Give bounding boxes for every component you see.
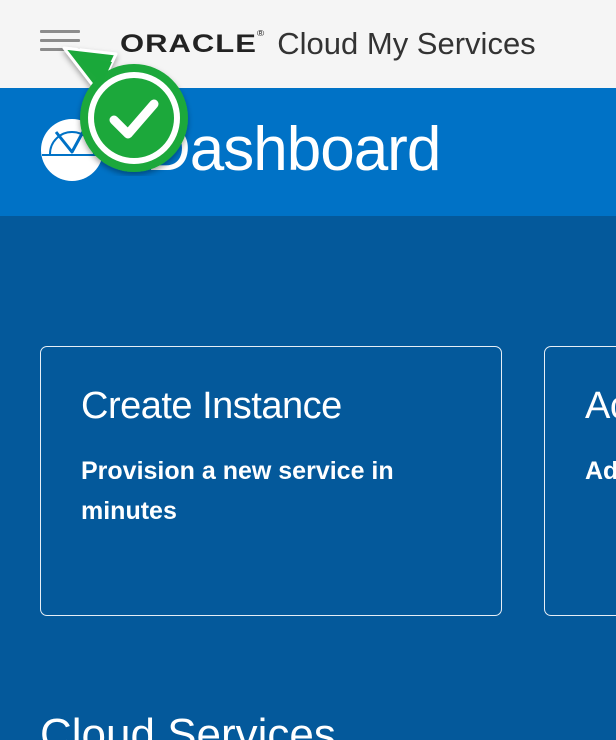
menu-line: [40, 30, 80, 33]
card-title: Ac: [585, 385, 616, 427]
top-header-bar: ORACLE® Cloud My Services: [0, 0, 616, 88]
card-description: Provision a new service in minutes: [81, 457, 394, 525]
create-instance-card[interactable]: Create Instance Provision a new service …: [40, 346, 502, 616]
page-title: Dashboard: [146, 115, 441, 184]
second-card[interactable]: Ac Ad ac: [544, 346, 616, 616]
section-title: Cloud Services: [40, 710, 336, 740]
brand[interactable]: ORACLE® Cloud My Services: [120, 24, 536, 64]
menu-line: [40, 48, 80, 51]
dashboard-gauge-icon: [41, 119, 103, 181]
dashboard-main: Create Instance Provision a new service …: [0, 216, 616, 740]
menu-line: [40, 39, 80, 42]
oracle-logo: ORACLE®: [120, 29, 266, 58]
app-name: Cloud My Services: [277, 26, 536, 61]
hamburger-menu-icon[interactable]: [40, 30, 80, 56]
page-title-band: Dashboard: [0, 88, 616, 216]
card-description: Ad ac: [585, 457, 616, 485]
card-title: Create Instance: [81, 385, 342, 427]
